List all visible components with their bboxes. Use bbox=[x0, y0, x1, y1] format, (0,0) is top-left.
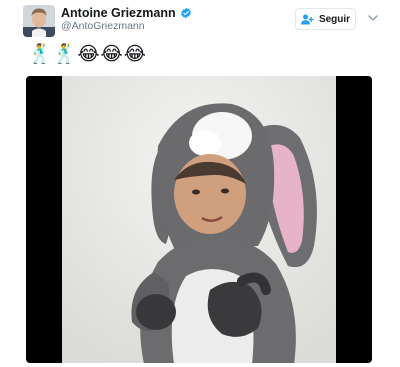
tweet-card: Antoine Griezmann @AntoGriezmann Seguir … bbox=[0, 0, 400, 367]
chevron-down-icon[interactable] bbox=[367, 12, 379, 24]
author-display-name[interactable]: Antoine Griezmann bbox=[61, 6, 176, 20]
bunny-costume-child-image bbox=[62, 76, 336, 363]
follow-button-label: Seguir bbox=[318, 13, 351, 25]
author-handle[interactable]: @AntoGriezmann bbox=[61, 20, 145, 32]
video-thumbnail bbox=[62, 76, 336, 363]
profile-photo-icon bbox=[23, 5, 55, 37]
verified-badge-icon bbox=[180, 7, 191, 19]
tweet-text: 🕺🕺😂😂😂 bbox=[28, 43, 147, 65]
person-add-icon bbox=[300, 14, 314, 24]
follow-button[interactable]: Seguir bbox=[295, 8, 356, 30]
avatar[interactable] bbox=[23, 5, 55, 37]
author-name-row[interactable]: Antoine Griezmann bbox=[61, 6, 192, 20]
video-player[interactable] bbox=[26, 76, 372, 363]
